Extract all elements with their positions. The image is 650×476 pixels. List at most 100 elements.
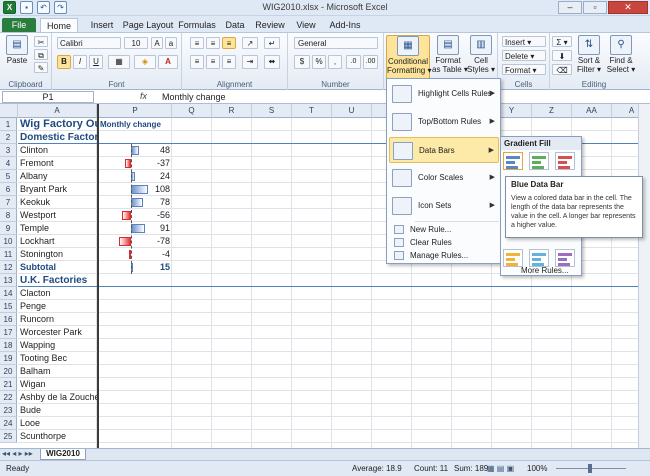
align-left-button[interactable]: ≡	[190, 55, 204, 69]
delete-cells-button[interactable]: Delete ▾	[502, 50, 546, 61]
indent-button[interactable]: ⇥	[242, 55, 258, 69]
conditional-formatting-button[interactable]: ▦ Conditional Formatting ▾	[386, 35, 431, 79]
sheet-nav-arrows-icon[interactable]: ◂◂ ◂ ▸ ▸▸	[2, 449, 33, 458]
zoom-level[interactable]: 100%	[527, 461, 547, 476]
row-header[interactable]: 15	[0, 300, 17, 313]
wrap-text-button[interactable]: ↵	[264, 37, 280, 49]
sort-filter-button[interactable]: ⇅ Sort & Filter ▾	[574, 35, 604, 74]
align-right-button[interactable]: ≡	[222, 55, 236, 69]
cell-monthly-change-value[interactable]: 15	[140, 261, 170, 274]
row-header[interactable]: 24	[0, 417, 17, 430]
cell-monthly-change-value[interactable]: 24	[140, 170, 170, 183]
cell-monthly-change-value[interactable]: 91	[140, 222, 170, 235]
cell-monthly-change-value[interactable]: 48	[140, 144, 170, 157]
column-header-p[interactable]: P	[99, 104, 172, 118]
row-header[interactable]: 20	[0, 365, 17, 378]
menu-top-bottom-rules[interactable]: Top/Bottom Rules ▶	[389, 109, 499, 135]
cell-monthly-change-value[interactable]: 108	[140, 183, 170, 196]
cell-name[interactable]: Bryant Park	[20, 183, 97, 196]
cell-name[interactable]: Penge	[20, 300, 97, 313]
cell-name[interactable]: Clacton	[20, 287, 97, 300]
menu-data-bars[interactable]: Data Bars ▶	[389, 137, 499, 163]
cell-monthly-change-value[interactable]: -4	[140, 248, 170, 261]
grow-font-button[interactable]: A	[151, 37, 163, 49]
align-middle-button[interactable]: ≡	[206, 37, 220, 49]
tab-data[interactable]: Data	[222, 18, 248, 32]
row-header[interactable]: 16	[0, 313, 17, 326]
more-rules-link[interactable]: More Rules...	[521, 265, 569, 276]
red-data-bar-gradient[interactable]	[555, 152, 575, 170]
format-cells-button[interactable]: Format ▾	[502, 64, 546, 75]
cell-name[interactable]: Albany	[20, 170, 97, 183]
cell-name[interactable]: Runcorn	[20, 313, 97, 326]
cell-monthly-change-value[interactable]: -56	[140, 209, 170, 222]
cell-name[interactable]: Wig Factory Ou	[20, 118, 97, 131]
cell-name[interactable]: Clinton	[20, 144, 97, 157]
cell-name[interactable]: Fremont	[20, 157, 97, 170]
shrink-font-button[interactable]: a	[165, 37, 177, 49]
cell-name[interactable]: Wigan	[20, 378, 97, 391]
row-header[interactable]: 1	[0, 118, 17, 131]
row-header[interactable]: 6	[0, 183, 17, 196]
find-select-button[interactable]: ⚲ Find & Select ▾	[606, 35, 636, 74]
row-header[interactable]: 22	[0, 391, 17, 404]
insert-cells-button[interactable]: Insert ▾	[502, 36, 546, 47]
name-box[interactable]: P1	[2, 91, 94, 103]
tab-formulas[interactable]: Formulas	[176, 18, 218, 32]
paste-button[interactable]: ▤ Paste	[4, 35, 30, 65]
menu-icon-sets[interactable]: Icon Sets ▶	[389, 193, 499, 219]
cell-monthly-change-value[interactable]: -37	[140, 157, 170, 170]
restore-button[interactable]: ▫	[583, 1, 607, 14]
zoom-slider-thumb[interactable]	[588, 464, 592, 473]
tab-home[interactable]: Home	[40, 18, 78, 32]
percent-button[interactable]: %	[312, 55, 326, 69]
column-header-s[interactable]: S	[252, 104, 292, 118]
row-header[interactable]: 12	[0, 261, 17, 274]
row-header[interactable]: 4	[0, 157, 17, 170]
row-header[interactable]: 2	[0, 131, 17, 144]
font-name-select[interactable]: Calibri	[57, 37, 121, 49]
column-header-q[interactable]: Q	[172, 104, 212, 118]
tab-add-ins[interactable]: Add-Ins	[326, 18, 364, 32]
borders-button[interactable]: ▦	[108, 55, 130, 69]
row-header[interactable]: 25	[0, 430, 17, 443]
cell-name[interactable]: Keokuk	[20, 196, 97, 209]
column-header-aa[interactable]: AA	[572, 104, 612, 118]
row-header[interactable]: 21	[0, 378, 17, 391]
sheet-tab-wig2010[interactable]: WIG2010	[40, 449, 86, 460]
row-header[interactable]: 7	[0, 196, 17, 209]
fill-color-button[interactable]: ◈	[134, 55, 156, 69]
view-buttons-icon[interactable]: ▦ ▤ ▣	[487, 461, 514, 476]
cell-name[interactable]: Tooting Bec	[20, 352, 97, 365]
align-bottom-button[interactable]: ≡	[222, 37, 236, 49]
cut-button[interactable]: ✂	[34, 36, 48, 47]
column-header-z[interactable]: Z	[532, 104, 572, 118]
autosum-button[interactable]: Σ ▾	[552, 36, 572, 47]
fill-button[interactable]: ⬇	[552, 50, 572, 61]
underline-button[interactable]: U	[89, 55, 103, 69]
tab-view[interactable]: View	[292, 18, 320, 32]
cell-name[interactable]: Lockhart	[20, 235, 97, 248]
row-header[interactable]: 18	[0, 339, 17, 352]
cell-name[interactable]: Subtotal	[20, 261, 97, 274]
row-header[interactable]: 19	[0, 352, 17, 365]
select-all-corner[interactable]	[0, 104, 18, 118]
align-top-button[interactable]: ≡	[190, 37, 204, 49]
cell-name[interactable]: Scunthorpe	[20, 430, 97, 443]
yellow-data-bar-solid[interactable]	[503, 249, 523, 267]
menu-clear-rules[interactable]: Clear Rules	[389, 236, 499, 249]
row-header[interactable]: 17	[0, 326, 17, 339]
row-header[interactable]: 11	[0, 248, 17, 261]
menu-color-scales[interactable]: Color Scales ▶	[389, 165, 499, 191]
copy-button[interactable]: ⧉	[34, 49, 48, 60]
insert-function-icon[interactable]: fx	[140, 91, 147, 101]
number-format-select[interactable]: General	[294, 37, 378, 49]
tab-page-layout[interactable]: Page Layout	[122, 18, 174, 32]
format-painter-button[interactable]: ✎	[34, 62, 48, 73]
cell-name[interactable]: Bude	[20, 404, 97, 417]
close-button[interactable]: ✕	[608, 1, 648, 14]
comma-button[interactable]: ,	[328, 55, 342, 69]
vertical-scrollbar[interactable]	[638, 104, 650, 448]
cell-monthly-change-value[interactable]: -78	[140, 235, 170, 248]
format-as-table-button[interactable]: ▤ Format as Table ▾	[432, 35, 468, 74]
